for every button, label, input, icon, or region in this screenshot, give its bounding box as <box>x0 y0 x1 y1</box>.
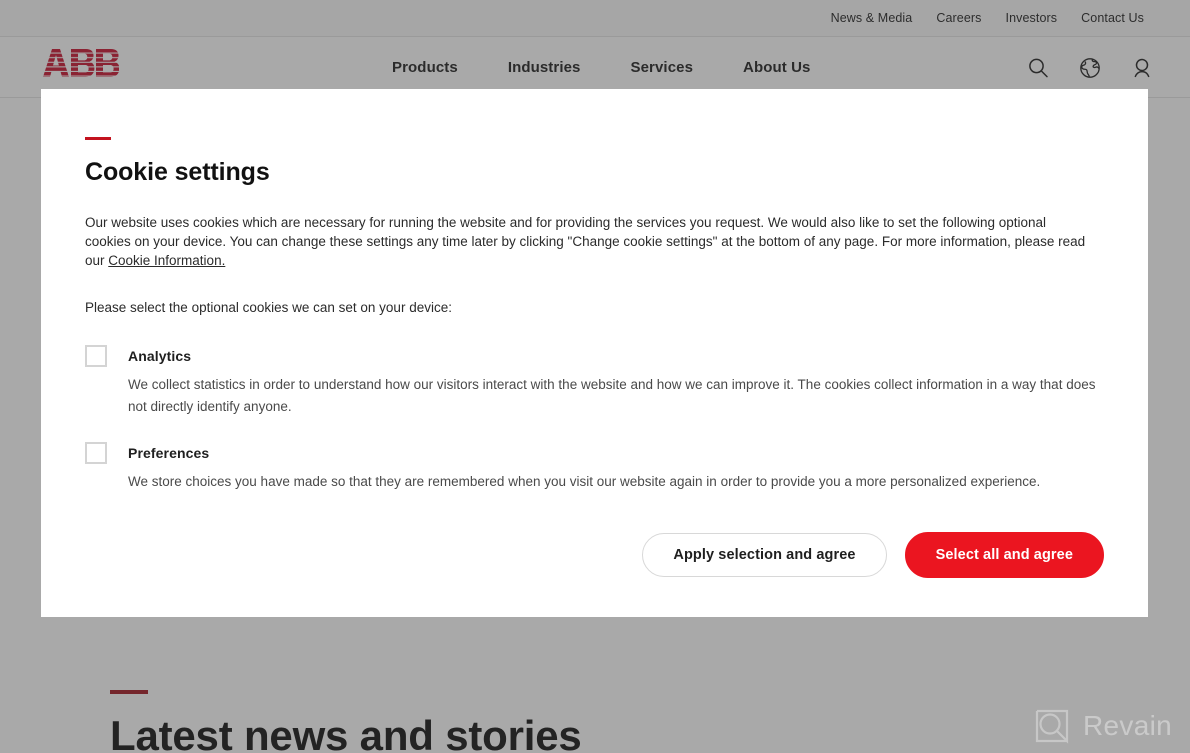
select-all-button[interactable]: Select all and agree <box>904 532 1104 578</box>
cookie-settings-title: Cookie settings <box>85 158 270 186</box>
preferences-description: We store choices you have made so that t… <box>128 474 1041 489</box>
preferences-option-header: Preferences <box>85 442 1104 464</box>
cookie-dialog-actions: Apply selection and agree Select all and… <box>642 532 1104 578</box>
page-root: News & Media Careers Investors Contact U… <box>0 0 1190 753</box>
analytics-label: Analytics <box>128 348 192 364</box>
cookie-information-link[interactable]: Cookie Information. <box>108 253 225 268</box>
revain-watermark-text: Revain <box>1083 710 1172 741</box>
cookie-option-analytics: Analytics We collect statistics in order… <box>85 345 1104 418</box>
preferences-checkbox[interactable] <box>85 442 107 464</box>
cookie-settings-dialog: Cookie settings Our website uses cookies… <box>41 89 1148 617</box>
modal-accent-rule <box>85 137 111 140</box>
cookie-intro-body: Our website uses cookies which are neces… <box>85 215 1086 268</box>
analytics-checkbox[interactable] <box>85 345 107 367</box>
analytics-description: We collect statistics in order to unders… <box>128 377 1096 414</box>
select-optional-cookies-prompt: Please select the optional cookies we ca… <box>85 300 452 315</box>
apply-selection-button[interactable]: Apply selection and agree <box>642 533 887 577</box>
preferences-label: Preferences <box>128 445 210 461</box>
cookie-intro-text: Our website uses cookies which are neces… <box>85 213 1095 270</box>
analytics-option-header: Analytics <box>85 345 1104 367</box>
revain-watermark: Revain <box>1033 707 1172 745</box>
revain-logo-icon <box>1033 707 1071 745</box>
cookie-option-preferences: Preferences We store choices you have ma… <box>85 442 1104 493</box>
